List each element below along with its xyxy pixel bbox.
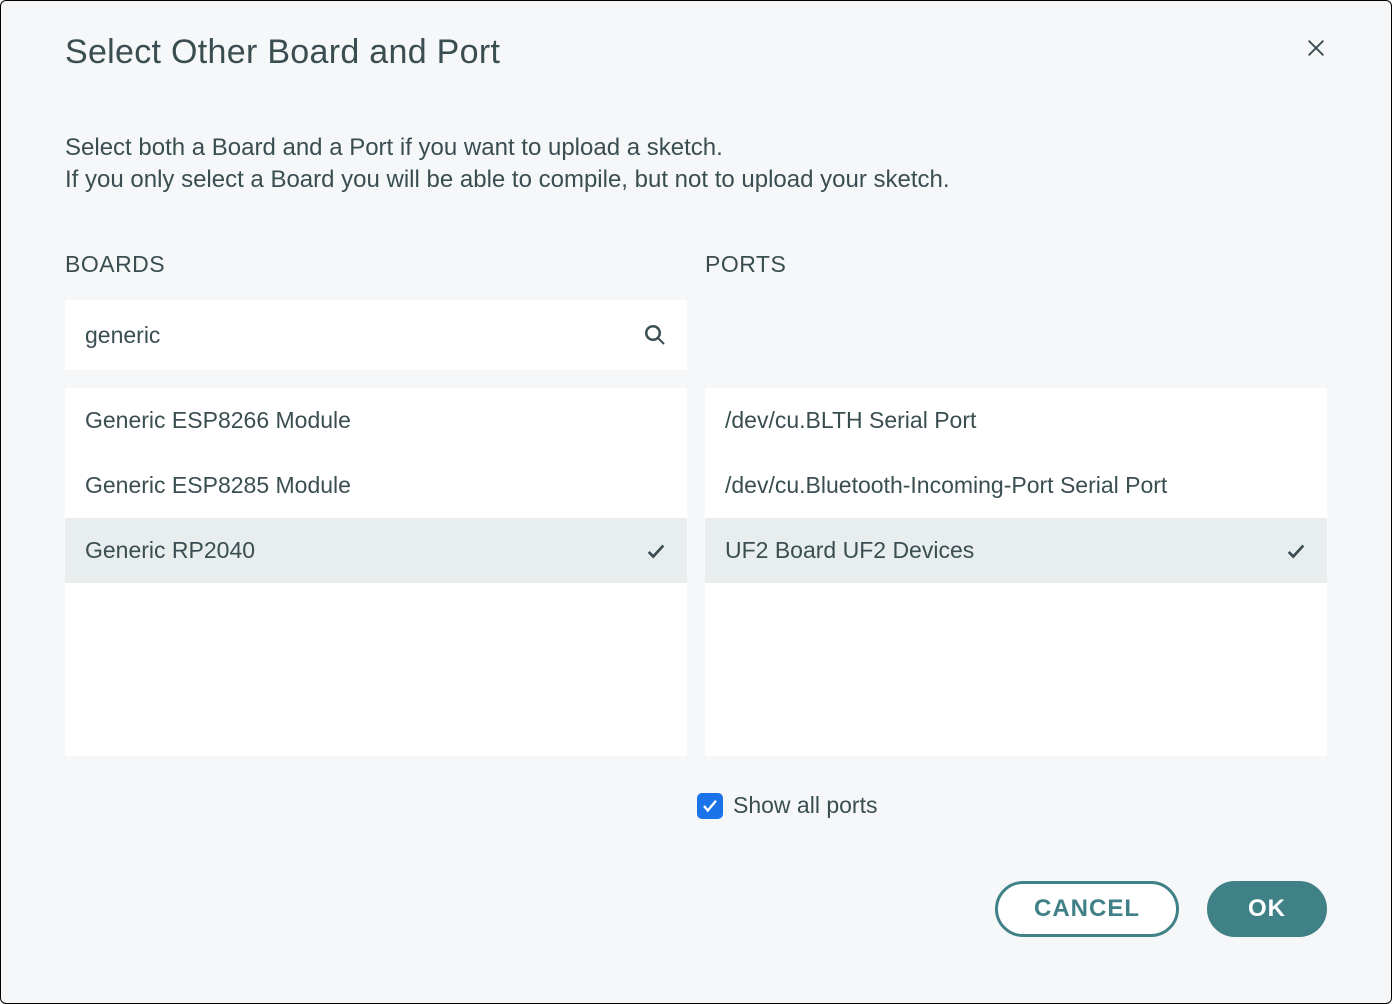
instruction-line-1: Select both a Board and a Port if you wa…: [65, 132, 1327, 164]
show-all-ports-row[interactable]: Show all ports: [695, 792, 1327, 819]
ports-column: PORTS /dev/cu.BLTH Serial Port /dev/cu.B…: [705, 251, 1327, 756]
port-item-label: /dev/cu.Bluetooth-Incoming-Port Serial P…: [725, 472, 1167, 499]
board-item-label: Generic ESP8285 Module: [85, 472, 351, 499]
checkmark-icon: [701, 797, 719, 815]
ports-spacer: [705, 300, 1327, 370]
cancel-button[interactable]: CANCEL: [995, 881, 1179, 937]
board-item[interactable]: Generic ESP8285 Module: [65, 453, 687, 518]
boards-header: BOARDS: [65, 251, 687, 278]
port-item-label: /dev/cu.BLTH Serial Port: [725, 407, 976, 434]
checkmark-icon: [645, 540, 667, 562]
ok-button[interactable]: OK: [1207, 881, 1327, 937]
dialog-buttons: CANCEL OK: [65, 881, 1327, 937]
board-item[interactable]: Generic ESP8266 Module: [65, 388, 687, 453]
boards-column: BOARDS Generic ESP8266 Module Generic ES…: [65, 251, 687, 756]
show-all-ports-checkbox[interactable]: [697, 793, 723, 819]
dialog-instructions: Select both a Board and a Port if you wa…: [65, 132, 1327, 195]
port-item-label: UF2 Board UF2 Devices: [725, 537, 974, 564]
show-all-ports-label: Show all ports: [733, 792, 877, 819]
instruction-line-2: If you only select a Board you will be a…: [65, 164, 1327, 196]
close-icon[interactable]: [1305, 37, 1327, 59]
dialog-header: Select Other Board and Port: [65, 33, 1327, 72]
port-item[interactable]: /dev/cu.Bluetooth-Incoming-Port Serial P…: [705, 453, 1327, 518]
ports-list[interactable]: /dev/cu.BLTH Serial Port /dev/cu.Bluetoo…: [705, 388, 1327, 756]
port-item[interactable]: UF2 Board UF2 Devices: [705, 518, 1327, 583]
port-item[interactable]: /dev/cu.BLTH Serial Port: [705, 388, 1327, 453]
boards-search-input[interactable]: [85, 322, 643, 349]
board-item[interactable]: Generic RP2040: [65, 518, 687, 583]
boards-search[interactable]: [65, 300, 687, 370]
board-item-label: Generic RP2040: [85, 537, 255, 564]
boards-list[interactable]: Generic ESP8266 Module Generic ESP8285 M…: [65, 388, 687, 756]
dialog-title: Select Other Board and Port: [65, 33, 500, 72]
select-board-port-dialog: Select Other Board and Port Select both …: [0, 0, 1392, 1004]
search-icon[interactable]: [643, 323, 667, 347]
board-item-label: Generic ESP8266 Module: [85, 407, 351, 434]
checkmark-icon: [1285, 540, 1307, 562]
ports-header: PORTS: [705, 251, 1327, 278]
